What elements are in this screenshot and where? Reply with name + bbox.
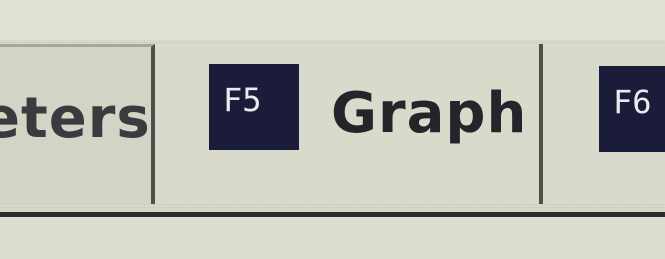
tab-f6[interactable]: F6 <box>543 44 665 204</box>
f5-key-badge: F5 <box>209 64 299 150</box>
function-key-tab-bar: eters F5 Graph F6 <box>0 40 665 212</box>
top-band <box>0 0 665 40</box>
tab-parameters[interactable]: eters <box>0 44 155 204</box>
tab-graph-label: Graph <box>331 81 528 146</box>
f6-key-badge: F6 <box>599 66 665 152</box>
bottom-band <box>0 217 665 259</box>
tab-parameters-label: eters <box>0 86 151 151</box>
tab-graph[interactable]: F5 Graph <box>155 44 543 204</box>
